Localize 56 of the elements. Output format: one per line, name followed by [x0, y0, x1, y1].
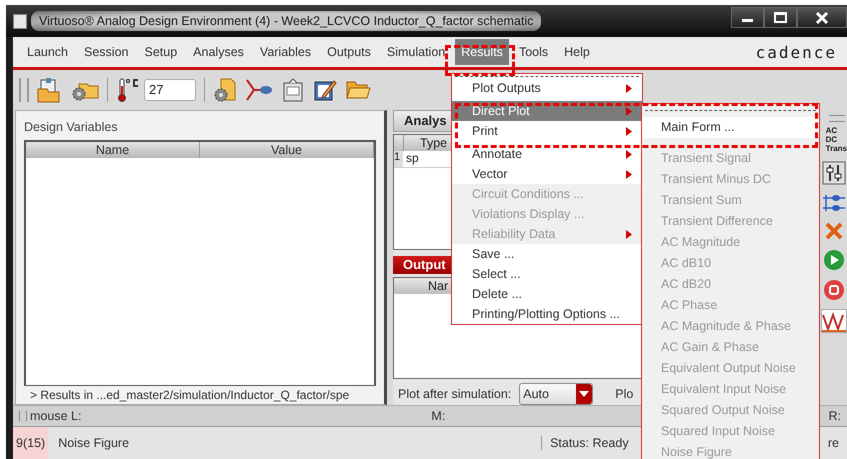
status-text: Status: Ready: [541, 436, 629, 450]
column-header[interactable]: Value: [200, 142, 374, 158]
clipboard-icon[interactable]: [281, 77, 305, 103]
command-counter: 9(15): [13, 427, 48, 459]
toolbar-grip[interactable]: [19, 78, 29, 102]
column-header[interactable]: Name: [26, 142, 200, 158]
status-text: re: [828, 436, 839, 450]
menu-item[interactable]: Launch: [21, 39, 74, 65]
minimize-button[interactable]: [731, 7, 764, 28]
probe-icon[interactable]: [245, 78, 273, 102]
menu-item[interactable]: Tools: [512, 39, 554, 65]
close-icon: [815, 12, 829, 24]
outputs-header[interactable]: Output: [393, 256, 451, 274]
caret-icon: [579, 391, 590, 397]
connection-icon[interactable]: [822, 193, 846, 213]
thermometer-icon: [116, 77, 140, 103]
plot-after-label: Plot after simulation:: [398, 387, 512, 401]
menu-item[interactable]: Simulation: [380, 39, 452, 65]
mouse-middle-label: M:: [431, 409, 446, 423]
close-button[interactable]: [797, 7, 847, 28]
menu-item[interactable]: Results: [455, 39, 509, 65]
gear-document-icon[interactable]: [213, 77, 237, 103]
menu-item[interactable]: Analyses: [187, 39, 250, 65]
maximize-button[interactable]: [764, 7, 797, 28]
status-message: Noise Figure: [58, 436, 130, 450]
delete-icon[interactable]: [824, 221, 844, 241]
tear-off-line[interactable]: [645, 110, 816, 111]
waveform-icon[interactable]: [820, 309, 846, 333]
plot-label: Plo: [615, 387, 634, 401]
results-path: > Results in ...ed_master2/simulation/Inductor_Q_factor/spe: [30, 388, 350, 402]
logo: cadence: [756, 42, 837, 62]
window-title: Virtuoso® Analog Design Environment (4) - Week2_LCVCO Inductor_Q_factor schematic: [31, 11, 542, 31]
table-cell-text: sp: [405, 151, 419, 167]
highlight-frame: [445, 45, 515, 76]
mode-label[interactable]: DC: [826, 135, 847, 144]
menu-item[interactable]: Variables: [254, 39, 318, 65]
row-number: 1: [394, 151, 403, 167]
tuning-icon[interactable]: [822, 161, 846, 185]
menu-option[interactable]: Main Form ...: [642, 117, 819, 138]
mouse-right-label: R:: [828, 409, 841, 423]
mouse-left-label: mouse L:: [30, 409, 82, 423]
menu-item[interactable]: Outputs: [321, 39, 377, 65]
mode-label[interactable]: AC: [826, 126, 847, 135]
plot-after-dropdown[interactable]: Auto: [519, 383, 594, 405]
stop-icon[interactable]: [822, 279, 844, 301]
menu-item[interactable]: Setup: [138, 39, 184, 65]
tear-off-line[interactable]: [455, 76, 639, 77]
menu-item[interactable]: Help: [558, 39, 596, 65]
panel-title: Design Variables: [24, 120, 119, 134]
panel-grip[interactable]: [829, 115, 845, 122]
menu-item[interactable]: Session: [78, 39, 134, 65]
app-icon: [13, 14, 27, 28]
play-icon[interactable]: [822, 249, 844, 271]
mode-label[interactable]: Trans: [826, 144, 847, 153]
temperature-field[interactable]: 27: [144, 79, 196, 101]
column-header[interactable]: Type: [404, 135, 448, 151]
